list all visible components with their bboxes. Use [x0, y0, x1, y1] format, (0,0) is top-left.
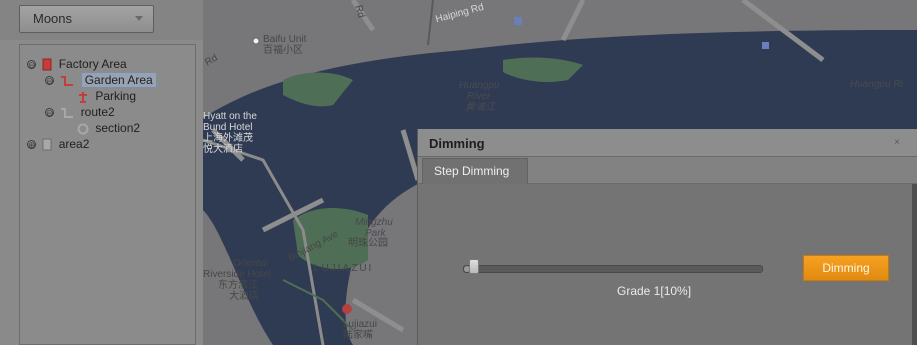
collapse-toggle-icon[interactable]: ⊖: [45, 76, 54, 86]
dimming-button[interactable]: Dimming: [803, 255, 889, 281]
close-icon[interactable]: ×: [894, 137, 900, 148]
map-label: 百福小区: [263, 45, 303, 56]
map-label: 上海外滩茂: [203, 133, 253, 144]
tree-item-label: Factory Area: [58, 57, 127, 71]
tree-item-label: Garden Area: [80, 72, 157, 88]
dialog-titlebar[interactable]: Dimming ×: [418, 129, 917, 157]
chevron-down-icon[interactable]: [135, 16, 143, 21]
map-label: Huangpu Ri: [850, 79, 903, 90]
map-label: Riverside Hotel: [203, 269, 271, 280]
map-label: Lujiazui: [343, 319, 377, 330]
tree-item-section2[interactable]: section2: [77, 120, 140, 136]
dialog-edge: [912, 184, 917, 345]
expand-toggle-icon[interactable]: ⊕: [27, 140, 36, 150]
map-label: 陆家嘴: [343, 330, 373, 341]
tree-item-label: Parking: [95, 89, 137, 103]
dimming-slider-thumb[interactable]: [468, 259, 479, 274]
area-tree: ⊖ Factory Area ⊖ Garden Area Parking ⊖ r…: [19, 44, 196, 345]
tree-item-garden-area[interactable]: ⊖ Garden Area: [45, 72, 157, 88]
map-label: Mingzhu: [355, 217, 393, 228]
map-label: 大酒店: [229, 291, 259, 302]
tab-step-dimming[interactable]: Step Dimming: [422, 158, 528, 184]
map-label: LUJIAZUI: [314, 263, 374, 274]
panel-toolbar: Moons: [0, 0, 203, 40]
building-icon: [42, 58, 52, 71]
map-label: River: [467, 91, 491, 102]
poi-square-icon: [762, 42, 769, 49]
tree-item-label: route2: [80, 105, 115, 119]
dialog-title: Dimming: [429, 136, 485, 151]
map-label: Bund Hotel: [203, 122, 253, 133]
grade-label: Grade 1[10%]: [617, 284, 692, 298]
section-icon: [77, 123, 89, 135]
map-label: 黄浦江: [465, 102, 495, 113]
dialog-tabbar: Step Dimming: [418, 157, 917, 184]
lamp-post-icon: [79, 91, 87, 103]
collapse-toggle-icon[interactable]: ⊖: [45, 108, 54, 118]
collapse-toggle-icon[interactable]: ⊖: [27, 60, 36, 70]
left-panel: Moons ⊖ Factory Area ⊖ Garden Area Parki…: [0, 0, 203, 345]
dimming-dialog: Dimming × Step Dimming Grade 1[10%] Dimm…: [417, 129, 917, 345]
building-icon: [42, 138, 52, 151]
tree-item-area2[interactable]: ⊕ area2: [27, 136, 89, 152]
route-icon: [61, 107, 74, 118]
map-label: Baifu Unit: [263, 34, 307, 45]
dialog-body: Grade 1[10%] Dimming: [418, 184, 914, 345]
dimming-slider-track[interactable]: [463, 265, 763, 273]
map-label: 明珠公园: [348, 238, 388, 249]
map-label: Oriental: [233, 258, 269, 269]
map-label: 东方滨江: [218, 280, 258, 291]
moons-dropdown-label: Moons: [33, 11, 73, 26]
poi-dot-icon: [252, 37, 260, 45]
metro-station-icon: [342, 304, 352, 314]
tree-item-route2[interactable]: ⊖ route2: [45, 104, 115, 120]
moons-dropdown[interactable]: Moons: [19, 5, 154, 33]
tree-item-parking[interactable]: Parking: [77, 88, 136, 104]
poi-square-icon: [514, 17, 522, 25]
tree-item-label: section2: [95, 121, 141, 135]
tree-item-label: area2: [58, 137, 90, 151]
map-label: Huangpu: [459, 80, 500, 91]
route-icon: [61, 75, 74, 86]
map-label: Hyatt on the: [203, 111, 257, 122]
tree-item-factory-area[interactable]: ⊖ Factory Area: [27, 56, 127, 72]
map-label: 悦大酒店: [203, 144, 243, 155]
